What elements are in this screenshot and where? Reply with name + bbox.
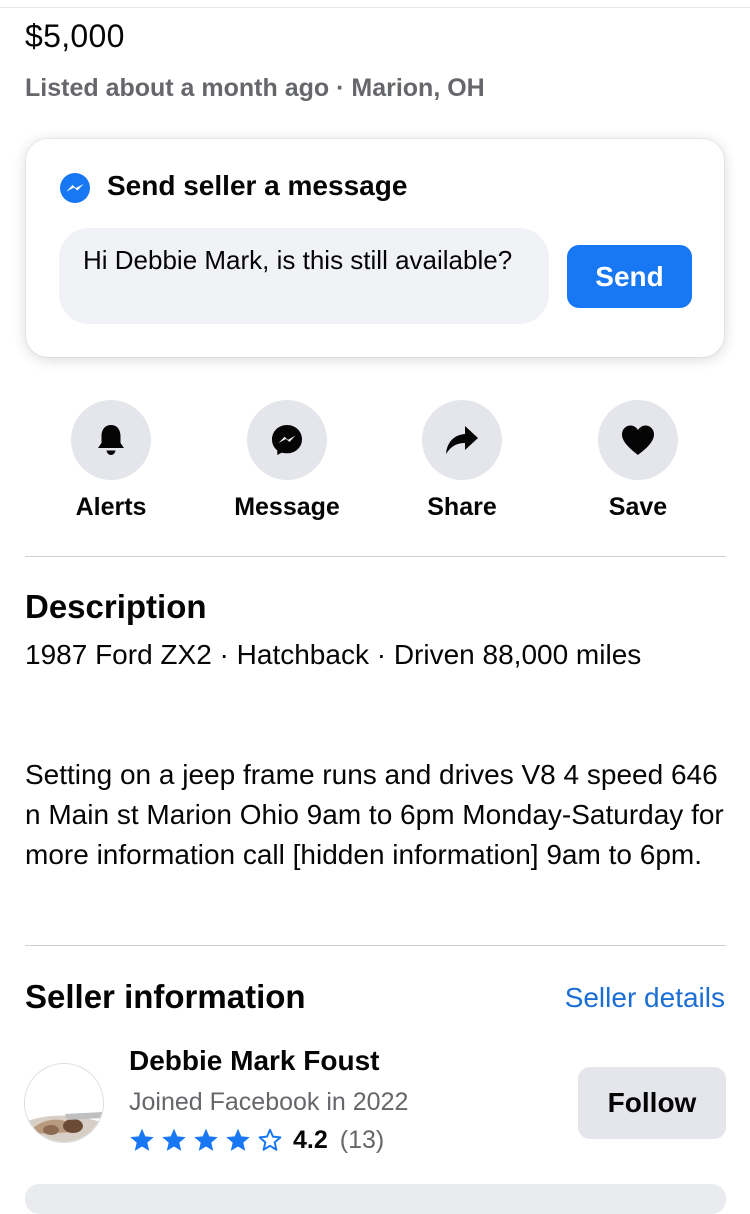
bell-icon [98,425,124,455]
message-label: Message [234,493,340,521]
star-outline-icon [258,1128,282,1151]
seller-name[interactable]: Debbie Mark Foust [129,1045,379,1077]
message-seller-card: Send seller a message Hi Debbie Mark, is… [26,139,724,357]
seller-info-heading: Seller information [25,978,306,1015]
seller-details-link[interactable]: Seller details [565,982,725,1014]
star-filled-icon [130,1128,154,1151]
alerts-button[interactable]: Alerts [26,400,196,522]
share-button[interactable]: Share [377,400,547,522]
message-card-title: Send seller a message [107,170,408,201]
seller-joined: Joined Facebook in 2022 [129,1088,409,1116]
top-divider [0,7,750,8]
follow-button[interactable]: Follow [578,1067,726,1139]
share-circle [422,400,502,480]
star-filled-icon [226,1128,250,1151]
action-bar: Alerts Message Share Save [0,400,750,530]
share-arrow-icon [446,426,478,454]
next-section-card [25,1184,726,1214]
seller-avatar[interactable] [24,1063,104,1143]
message-button[interactable]: Message [202,400,372,522]
save-label: Save [608,493,668,521]
listing-meta: Listed about a month ago · Marion, OH [25,74,485,102]
star-filled-icon [194,1128,218,1151]
star-filled-icon [162,1128,186,1151]
alerts-label: Alerts [75,493,147,521]
share-label: Share [427,493,497,521]
section-divider [25,556,726,557]
avatar-photo [25,1064,103,1142]
description-heading: Description [25,588,207,625]
message-input[interactable]: Hi Debbie Mark, is this still available? [59,228,549,324]
description-body: Setting on a jeep frame runs and drives … [25,759,724,870]
description-summary: 1987 Ford ZX2 · Hatchback · Driven 88,00… [25,639,642,670]
section-divider [25,945,726,946]
save-button[interactable]: Save [553,400,723,522]
listing-price: $5,000 [25,18,125,54]
alerts-circle [71,400,151,480]
send-button[interactable]: Send [567,245,692,308]
rating-count: (13) [339,1125,385,1154]
message-circle [247,400,327,480]
messenger-icon [272,425,302,455]
messenger-icon [60,173,90,203]
heart-icon [622,425,654,455]
rating-value: 4.2 [293,1125,328,1154]
save-circle [598,400,678,480]
seller-rating: 4.2 (13) [129,1124,384,1156]
